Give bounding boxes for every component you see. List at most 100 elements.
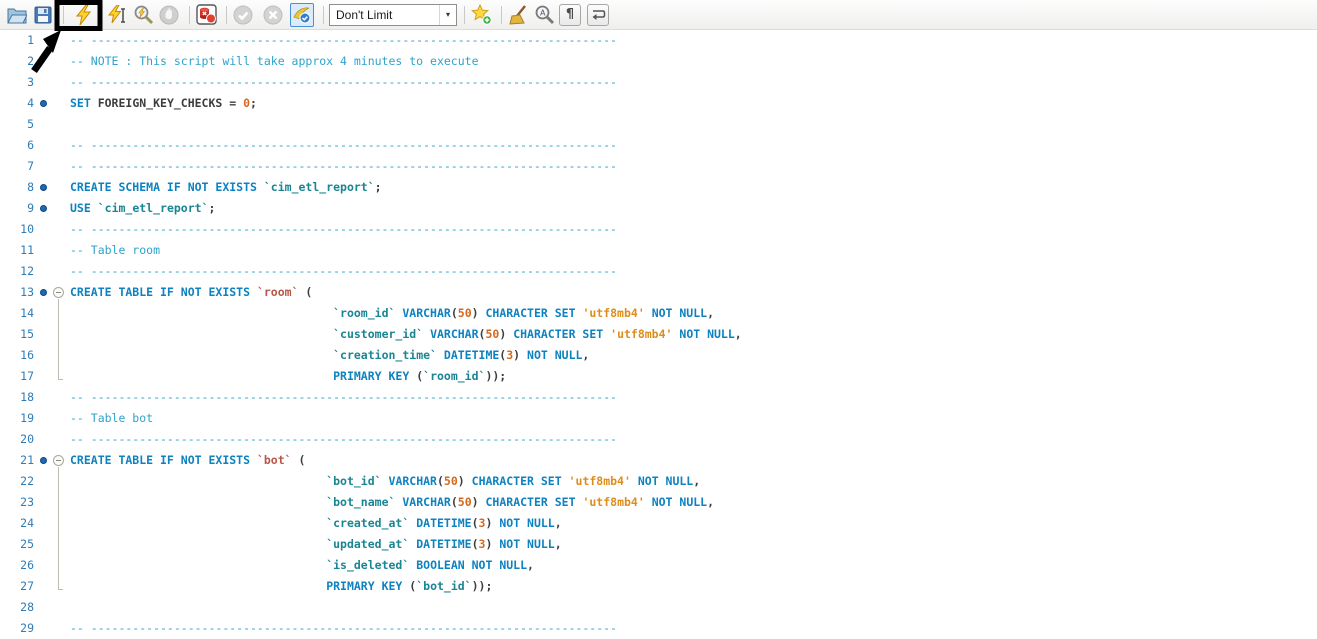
code-token xyxy=(645,306,652,320)
fold-slot xyxy=(50,93,68,114)
fold-slot xyxy=(50,240,68,261)
code-line[interactable]: 22 `bot_id` VARCHAR(50) CHARACTER SET 'u… xyxy=(0,471,1317,492)
statement-marker-slot xyxy=(34,135,50,156)
code-line[interactable]: 27 PRIMARY KEY (`bot_id`)); xyxy=(0,576,1317,597)
statement-marker-slot xyxy=(34,156,50,177)
fold-minus-icon[interactable] xyxy=(53,287,64,298)
fold-slot xyxy=(50,471,68,492)
broom-icon xyxy=(508,5,529,25)
code-line[interactable]: 7-- ------------------------------------… xyxy=(0,156,1317,177)
code-line[interactable]: 20-- -----------------------------------… xyxy=(0,429,1317,450)
code-line[interactable]: 28 xyxy=(0,597,1317,618)
code-token: NOT NULL xyxy=(652,306,707,320)
code-line[interactable]: 2-- NOTE : This script will take approx … xyxy=(0,51,1317,72)
code-token: SET xyxy=(70,96,91,110)
code-token: -- -------------------------------------… xyxy=(70,621,617,635)
code-line[interactable]: 3-- ------------------------------------… xyxy=(0,72,1317,93)
line-number: 24 xyxy=(0,513,34,534)
code-line[interactable]: 1-- ------------------------------------… xyxy=(0,30,1317,51)
toggle-invisible-characters-button[interactable]: ¶ xyxy=(559,4,581,26)
line-number: 26 xyxy=(0,555,34,576)
code-token: `room_id` xyxy=(423,369,485,383)
code-text: `customer_id` VARCHAR(50) CHARACTER SET … xyxy=(70,324,742,345)
code-token: ) xyxy=(485,516,499,530)
code-token: 50 xyxy=(485,327,499,341)
open-script-button[interactable] xyxy=(6,4,28,26)
explain-query-plan-button[interactable] xyxy=(132,4,154,26)
code-token: -- Table room xyxy=(70,243,160,257)
code-line[interactable]: 19 -- Table bot xyxy=(0,408,1317,429)
code-line[interactable]: 9USE `cim_etl_report`; xyxy=(0,198,1317,219)
magnifier-lightning-icon xyxy=(133,4,154,25)
line-number: 27 xyxy=(0,576,34,597)
code-line[interactable]: 23 `bot_name` VARCHAR(50) CHARACTER SET … xyxy=(0,492,1317,513)
code-token: NOT NULL xyxy=(652,495,707,509)
fold-minus-icon[interactable] xyxy=(53,455,64,466)
chevron-down-icon[interactable]: ▾ xyxy=(439,5,456,25)
code-text: `bot_name` VARCHAR(50) CHARACTER SET 'ut… xyxy=(70,492,714,513)
code-token: `room_id` xyxy=(333,306,395,320)
code-token: , xyxy=(555,516,562,530)
code-line[interactable]: 15 `customer_id` VARCHAR(50) CHARACTER S… xyxy=(0,324,1317,345)
code-token xyxy=(562,474,569,488)
execute-script-button[interactable] xyxy=(72,4,94,26)
wrap-text-icon xyxy=(590,7,606,23)
execute-statement-button[interactable] xyxy=(106,4,128,26)
code-line[interactable]: 29 -- -----------------------------------… xyxy=(0,618,1317,639)
limit-rows-value: Don't Limit xyxy=(330,8,439,22)
code-text: `updated_at` DATETIME(3) NOT NULL, xyxy=(70,534,562,555)
code-token: 'utf8mb4' xyxy=(569,474,631,488)
find-button[interactable]: A xyxy=(533,4,555,26)
sql-editor[interactable]: 1-- ------------------------------------… xyxy=(0,30,1317,639)
code-line[interactable]: 24 `created_at` DATETIME(3) NOT NULL, xyxy=(0,513,1317,534)
code-line[interactable]: 16 `creation_time` DATETIME(3) NOT NULL, xyxy=(0,345,1317,366)
line-number: 18 xyxy=(0,387,34,408)
line-number: 16 xyxy=(0,345,34,366)
code-line[interactable]: 10-- -----------------------------------… xyxy=(0,219,1317,240)
svg-text:A: A xyxy=(540,9,546,18)
line-number: 12 xyxy=(0,261,34,282)
line-number: 23 xyxy=(0,492,34,513)
statement-marker-slot xyxy=(34,72,50,93)
fold-slot xyxy=(50,429,68,450)
statement-dot xyxy=(40,289,47,296)
code-line[interactable]: 13CREATE TABLE IF NOT EXISTS `room` ( xyxy=(0,282,1317,303)
limit-rows-dropdown[interactable]: Don't Limit ▾ xyxy=(329,4,457,26)
toggle-word-wrap-button[interactable] xyxy=(587,4,609,26)
code-line[interactable]: 6-- ------------------------------------… xyxy=(0,135,1317,156)
code-token xyxy=(250,285,257,299)
code-text: -- -------------------------------------… xyxy=(70,72,617,93)
code-token: -- -------------------------------------… xyxy=(70,264,617,278)
save-snippet-button[interactable] xyxy=(470,4,492,26)
toggle-autocommit-button[interactable] xyxy=(290,3,314,27)
fold-slot xyxy=(50,492,68,513)
code-line[interactable]: 26 `is_deleted` BOOLEAN NOT NULL, xyxy=(0,555,1317,576)
save-script-button[interactable] xyxy=(32,4,54,26)
line-number: 4 xyxy=(0,93,34,114)
code-line[interactable]: 21CREATE TABLE IF NOT EXISTS `bot` ( xyxy=(0,450,1317,471)
toggle-stop-on-error-button[interactable] xyxy=(195,4,217,26)
code-text: -- Table bot xyxy=(70,408,153,429)
code-line[interactable]: 25 `updated_at` DATETIME(3) NOT NULL, xyxy=(0,534,1317,555)
code-token: DATETIME xyxy=(416,516,471,530)
find-magnifier-icon: A xyxy=(534,4,555,25)
code-line[interactable]: 17 PRIMARY KEY (`room_id`)); xyxy=(0,366,1317,387)
code-token: 'utf8mb4' xyxy=(582,495,644,509)
code-token: VARCHAR xyxy=(402,495,450,509)
beautify-script-button[interactable] xyxy=(507,4,529,26)
code-line[interactable]: 5 xyxy=(0,114,1317,135)
code-token xyxy=(465,558,472,572)
line-number: 29 xyxy=(0,618,34,639)
code-token: `bot` xyxy=(257,453,292,467)
code-line[interactable]: 11-- Table room xyxy=(0,240,1317,261)
code-line[interactable]: 18-- -----------------------------------… xyxy=(0,387,1317,408)
line-number: 19 xyxy=(0,408,34,429)
code-line[interactable]: 14 `room_id` VARCHAR(50) CHARACTER SET '… xyxy=(0,303,1317,324)
toolbar-separator xyxy=(226,6,227,24)
star-plus-icon xyxy=(471,4,492,25)
code-line[interactable]: 8CREATE SCHEMA IF NOT EXISTS `cim_etl_re… xyxy=(0,177,1317,198)
code-line[interactable]: 4SET FOREIGN_KEY_CHECKS = 0; xyxy=(0,93,1317,114)
fold-marker[interactable] xyxy=(50,450,68,471)
fold-marker[interactable] xyxy=(50,282,68,303)
code-line[interactable]: 12 -- -----------------------------------… xyxy=(0,261,1317,282)
